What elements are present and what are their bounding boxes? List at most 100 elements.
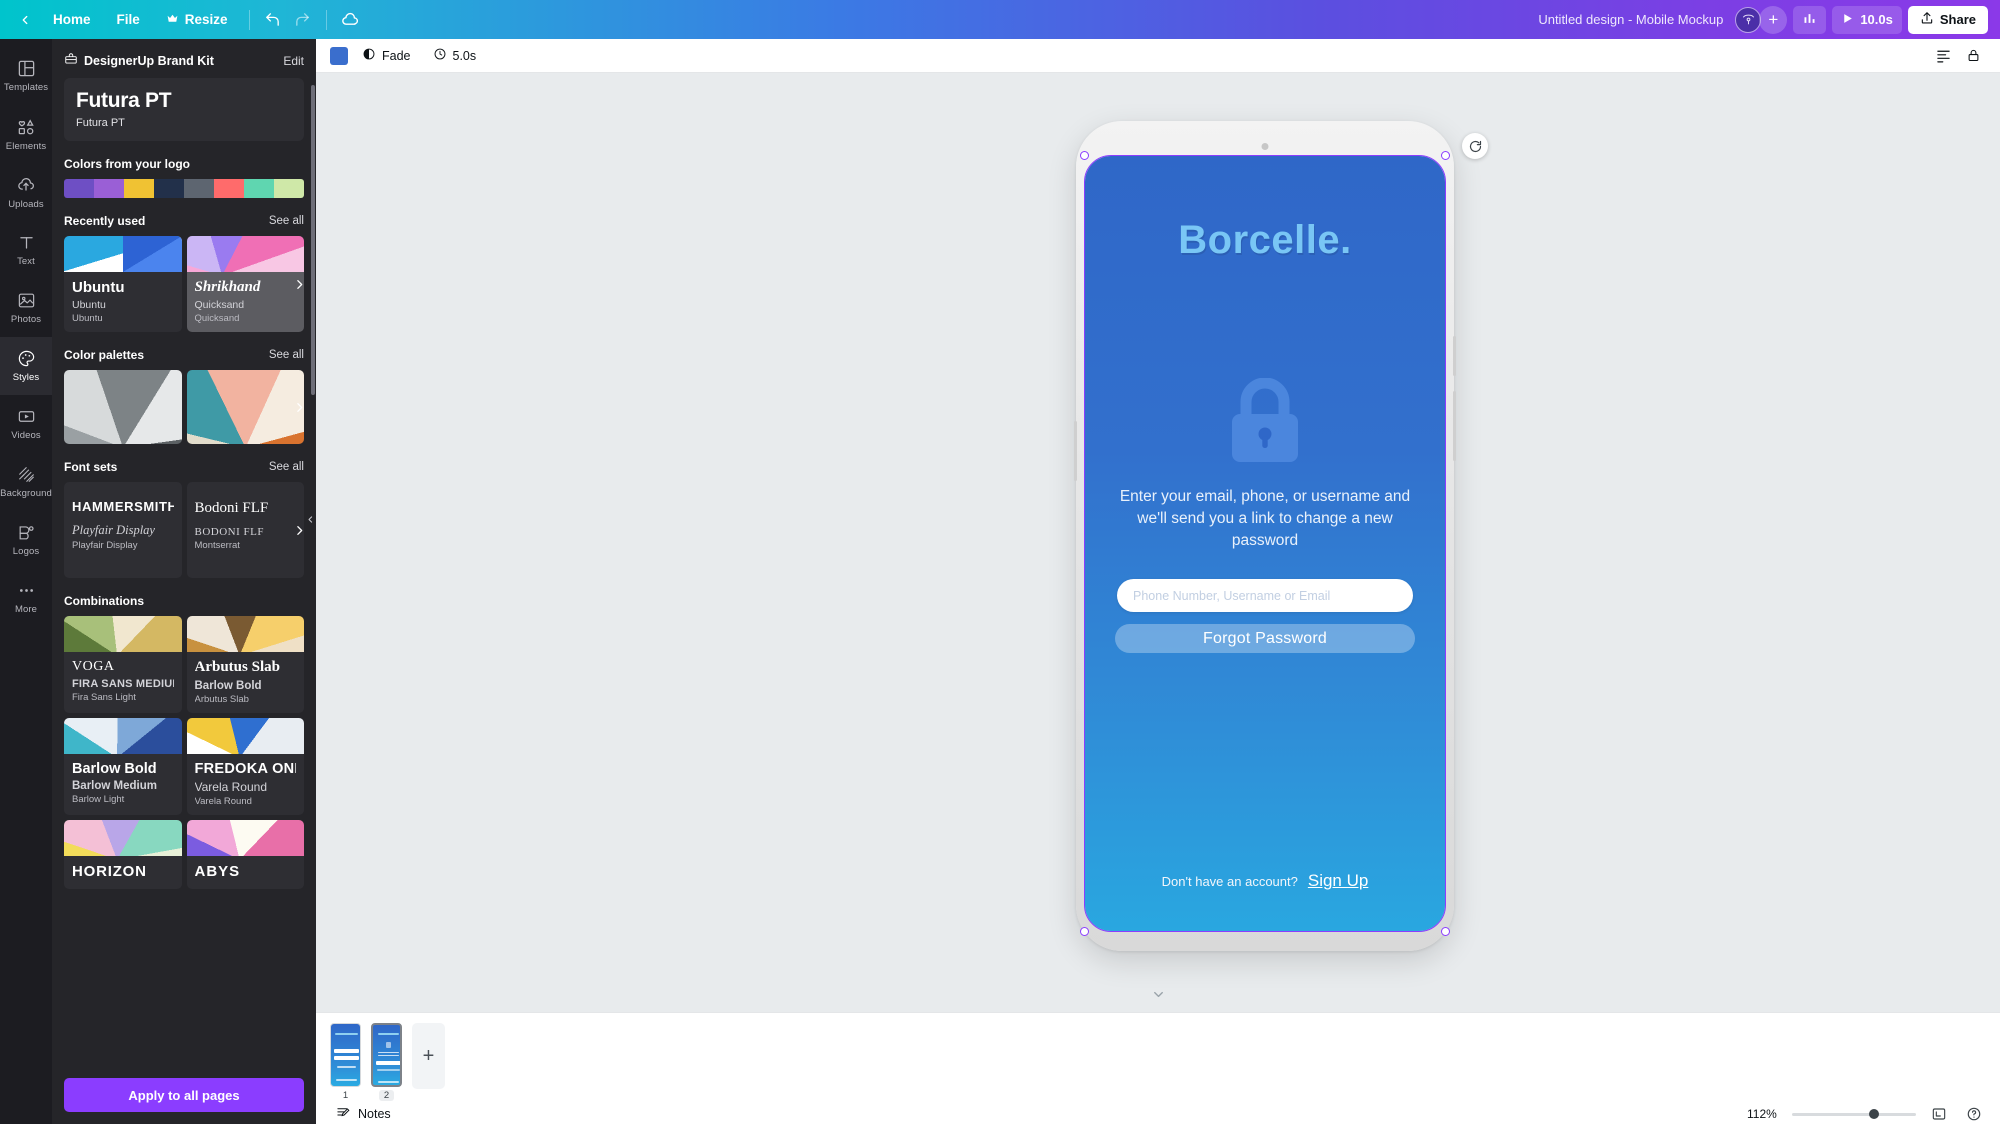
sidebar-item-more[interactable]: More xyxy=(0,569,52,627)
add-page-button[interactable]: + xyxy=(412,1023,445,1089)
collapse-panel-button[interactable] xyxy=(304,499,316,539)
analytics-button[interactable] xyxy=(1793,5,1827,34)
card-meta: Ubuntu Ubuntu Ubuntu xyxy=(64,272,182,332)
card-line3: Arbutus Slab xyxy=(194,693,249,705)
logo-color-swatch-4[interactable] xyxy=(184,179,214,199)
lock-illustration[interactable] xyxy=(1085,378,1445,464)
zoom-slider[interactable] xyxy=(1792,1109,1916,1119)
combination-card[interactable]: HORIZON xyxy=(64,820,182,889)
cloud-save-icon[interactable] xyxy=(335,6,365,34)
lock-icon[interactable] xyxy=(1960,44,1986,68)
panel-scrollbar[interactable] xyxy=(311,85,315,395)
canvas-area[interactable]: Borcelle. Enter your email, phone, or us… xyxy=(316,73,2000,1012)
add-collaborator-button[interactable]: + xyxy=(1759,5,1788,34)
card-line3: Barlow Light xyxy=(72,794,125,806)
selection-handle[interactable] xyxy=(1441,927,1450,936)
logo-color-swatch-7[interactable] xyxy=(274,179,304,199)
color-palette-card[interactable] xyxy=(64,370,182,445)
logo-color-swatch-6[interactable] xyxy=(244,179,274,199)
font-set-card[interactable]: HAMMERSMITH Playfair Display Playfair Di… xyxy=(64,482,182,579)
color-palettes-next-icon[interactable] xyxy=(288,396,310,418)
plus-label: + xyxy=(1768,9,1779,29)
rotate-handle-icon[interactable] xyxy=(1462,133,1488,159)
home-button[interactable]: Home xyxy=(40,6,104,34)
phone-number-input[interactable]: Phone Number, Username or Email xyxy=(1117,579,1413,612)
position-icon[interactable] xyxy=(1930,44,1956,68)
font-style-card[interactable]: Shrikhand Quicksand Quicksand xyxy=(186,236,304,333)
resize-button[interactable]: Resize xyxy=(153,6,241,34)
signup-link[interactable]: Sign Up xyxy=(1308,871,1368,891)
sidebar-item-photos[interactable]: Photos xyxy=(0,279,52,337)
combination-card[interactable]: FREDOKA ONE Varela Round Varela Round xyxy=(186,717,304,816)
logo-color-swatch-2[interactable] xyxy=(124,179,154,199)
brand-font-card[interactable]: Futura PT Futura PT xyxy=(64,78,304,142)
selection-handle[interactable] xyxy=(1080,927,1089,936)
document-title[interactable]: Untitled design - Mobile Mockup xyxy=(1538,12,1723,27)
sidebar-item-text[interactable]: Text xyxy=(0,221,52,279)
elements-icon xyxy=(16,117,36,137)
brand-kit-header: DesignerUp Brand Kit Edit xyxy=(64,39,304,78)
font-sets-see-all[interactable]: See all xyxy=(269,461,304,473)
help-icon[interactable] xyxy=(1962,1102,1986,1124)
font-style-card[interactable]: Ubuntu Ubuntu Ubuntu xyxy=(64,236,182,333)
scroll-down-icon[interactable] xyxy=(1145,986,1171,1002)
logo-colors-title: Colors from your logo xyxy=(64,157,304,171)
selection-handle[interactable] xyxy=(1441,151,1450,160)
fit-to-screen-icon[interactable] xyxy=(1927,1102,1951,1124)
combinations-label: Combinations xyxy=(64,594,144,609)
card-line2: Varela Round xyxy=(194,780,268,795)
forgot-password-button[interactable]: Forgot Password xyxy=(1115,624,1415,653)
animation-button[interactable]: Fade xyxy=(354,44,419,68)
logo-color-swatch-3[interactable] xyxy=(154,179,184,199)
avatar[interactable] xyxy=(1735,6,1762,33)
undo-icon[interactable] xyxy=(258,6,288,34)
recently-used-next-icon[interactable] xyxy=(288,273,310,295)
notes-icon xyxy=(336,1105,351,1123)
combination-card[interactable]: Arbutus Slab Barlow Bold Arbutus Slab xyxy=(186,616,305,713)
sidebar-item-elements[interactable]: Elements xyxy=(0,105,52,163)
page-thumbnail-item[interactable]: 2 xyxy=(371,1023,402,1101)
sidebar-item-videos[interactable]: Videos xyxy=(0,395,52,453)
color-palettes-see-all[interactable]: See all xyxy=(269,349,304,361)
sidebar-item-logos[interactable]: Logos xyxy=(0,511,52,569)
instruction-text[interactable]: Enter your email, phone, or username and… xyxy=(1115,486,1415,552)
sidebar-item-templates[interactable]: Templates xyxy=(0,47,52,105)
sidebar-item-background[interactable]: Background xyxy=(0,453,52,511)
apply-to-all-pages-button[interactable]: Apply to all pages xyxy=(64,1078,304,1112)
combination-card[interactable]: ABYS xyxy=(186,820,304,889)
redo-icon[interactable] xyxy=(288,6,318,34)
font-set-card[interactable]: Bodoni FLF BODONI FLF Montserrat xyxy=(186,482,304,579)
combination-card[interactable]: VOGA FIRA SANS MEDIUM Fira Sans Light xyxy=(64,616,182,713)
phone-left-key xyxy=(1074,421,1077,481)
card-meta: Arbutus Slab Barlow Bold Arbutus Slab xyxy=(187,652,305,712)
element-color-swatch[interactable] xyxy=(330,46,348,65)
play-preview-button[interactable]: 10.0s xyxy=(1832,5,1902,34)
selection-handle[interactable] xyxy=(1080,151,1089,160)
edit-brand-kit-link[interactable]: Edit xyxy=(283,54,304,68)
logo-color-swatch-5[interactable] xyxy=(214,179,244,199)
recently-used-see-all[interactable]: See all xyxy=(269,215,304,227)
sidebar-item-styles[interactable]: Styles xyxy=(0,337,52,395)
file-button[interactable]: File xyxy=(104,6,153,34)
share-button[interactable]: Share xyxy=(1907,5,1988,34)
top-toolbar-right: Untitled design - Mobile Mockup + 10.0s xyxy=(1538,5,2000,34)
logo-color-swatch-1[interactable] xyxy=(94,179,124,199)
zoom-slider-knob[interactable] xyxy=(1868,1109,1879,1119)
font-sets-label: Font sets xyxy=(64,460,118,475)
back-icon[interactable] xyxy=(10,6,40,34)
combination-card[interactable]: Barlow Bold Barlow Medium Barlow Light xyxy=(64,717,182,816)
phone-screen[interactable]: Borcelle. Enter your email, phone, or us… xyxy=(1085,156,1445,931)
color-palette-card[interactable] xyxy=(186,370,304,445)
card-display: HORIZON xyxy=(72,863,147,881)
phone-mockup[interactable]: Borcelle. Enter your email, phone, or us… xyxy=(1074,121,1488,951)
logo-color-swatches[interactable] xyxy=(64,179,304,199)
card-thumbnail xyxy=(64,820,182,857)
duration-button[interactable]: 5.0s xyxy=(425,44,485,68)
notes-button[interactable]: Notes xyxy=(330,1101,397,1124)
page-thumbnail-item[interactable]: 1 xyxy=(330,1023,361,1101)
brand-title[interactable]: Borcelle. xyxy=(1085,218,1445,263)
sidebar-item-uploads[interactable]: Uploads xyxy=(0,163,52,221)
logo-color-swatch-0[interactable] xyxy=(64,179,94,199)
card-line2: Barlow Medium xyxy=(72,780,157,793)
card-display: Bodoni FLF xyxy=(194,500,269,517)
